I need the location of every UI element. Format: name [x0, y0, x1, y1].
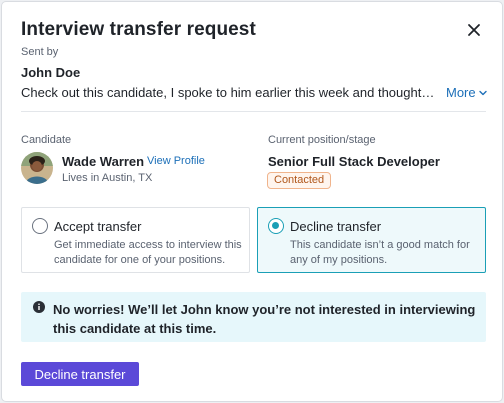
avatar	[21, 152, 53, 184]
sent-by-label: Sent by	[21, 46, 59, 58]
accept-transfer-radio[interactable]	[32, 218, 48, 234]
sender-name: John Doe	[21, 65, 81, 80]
info-icon	[33, 301, 45, 313]
decline-transfer-radio[interactable]	[268, 218, 284, 234]
decline-transfer-button[interactable]: Decline transfer	[21, 362, 139, 386]
position-title: Senior Full Stack Developer	[268, 154, 440, 169]
close-icon[interactable]	[464, 20, 484, 40]
accept-transfer-option[interactable]: Accept transfer Get immediate access to …	[21, 207, 250, 273]
notice-text: No worries! We’ll let John know you’re n…	[53, 302, 476, 336]
candidate-name: Wade Warren	[62, 154, 145, 169]
accept-transfer-title: Accept transfer	[54, 219, 142, 234]
candidate-label: Candidate	[21, 134, 72, 146]
divider	[21, 111, 486, 112]
transfer-request-modal: Interview transfer request Sent by John …	[1, 1, 503, 402]
decline-transfer-description: This candidate isn’t a good match for an…	[290, 239, 470, 266]
accept-transfer-description: Get immediate access to interview this c…	[54, 239, 242, 266]
modal-title: Interview transfer request	[21, 19, 256, 40]
decline-transfer-option[interactable]: Decline transfer This candidate isn’t a …	[257, 207, 486, 273]
candidate-location: Lives in Austin, TX	[62, 172, 153, 184]
view-profile-link[interactable]: View Profile	[147, 155, 205, 167]
position-label: Current position/stage	[268, 134, 376, 146]
radio-selected-dot	[272, 222, 279, 229]
decline-transfer-title: Decline transfer	[290, 219, 382, 234]
more-button[interactable]: More	[446, 85, 488, 100]
transfer-message: Check out this candidate, I spoke to him…	[21, 85, 437, 100]
info-notice: No worries! We’ll let John know you’re n…	[21, 292, 486, 342]
chevron-down-icon	[478, 90, 487, 95]
more-label: More	[446, 85, 476, 100]
status-badge: Contacted	[267, 172, 332, 189]
